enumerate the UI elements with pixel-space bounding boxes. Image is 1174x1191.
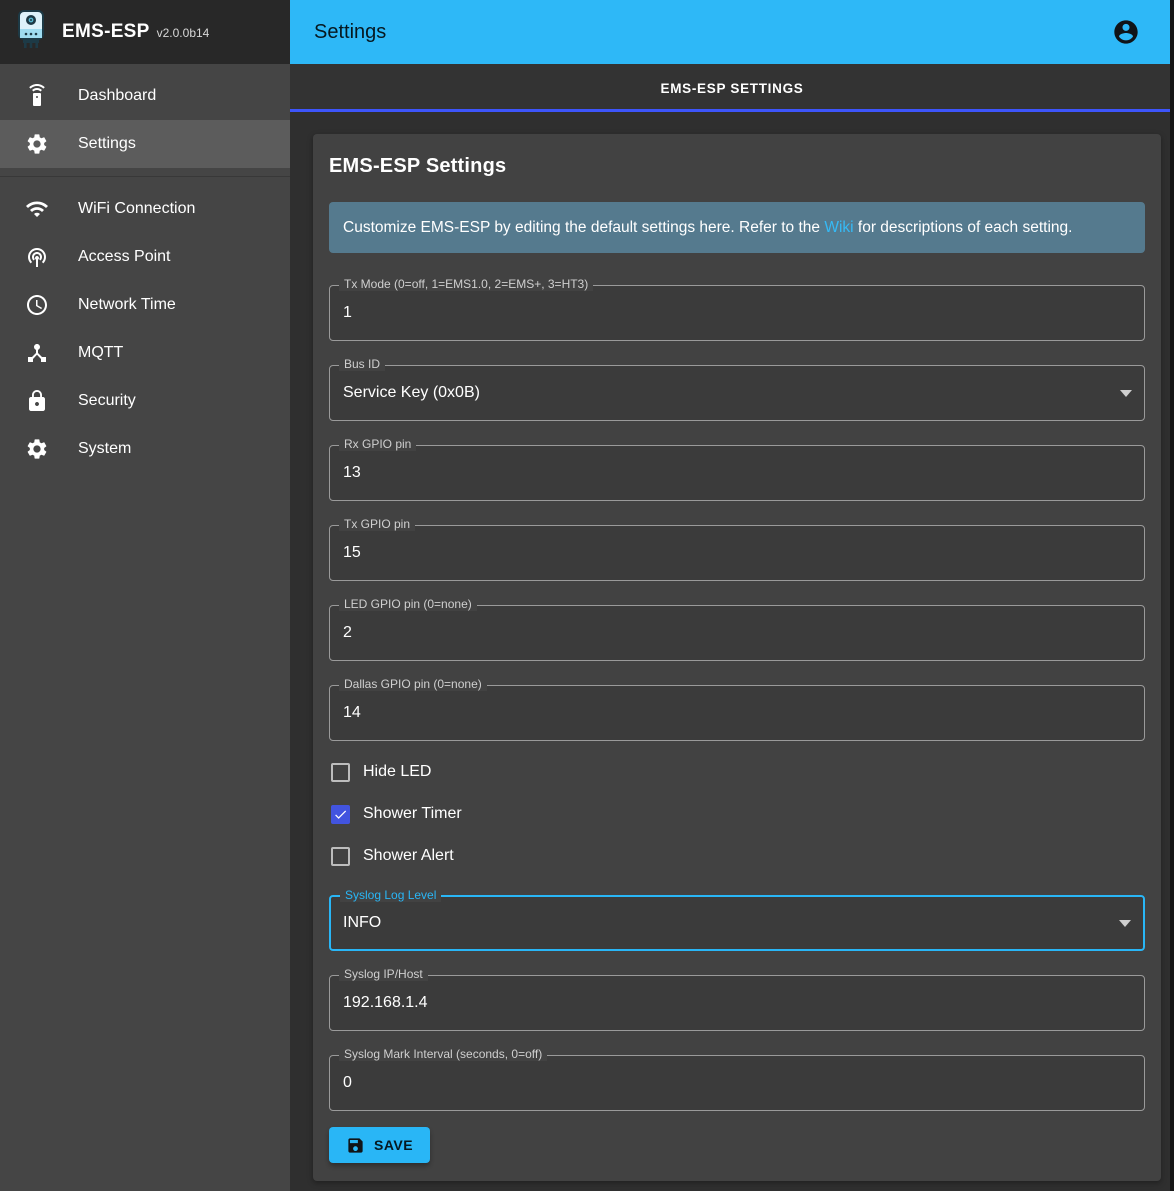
scrollbar-track[interactable] [1170, 0, 1174, 1191]
sidebar-item-wifi-connection[interactable]: WiFi Connection [0, 185, 290, 233]
syslog-ip-field[interactable]: Syslog IP/Host 192.168.1.4 [329, 975, 1145, 1031]
field-value: 1 [330, 286, 1144, 340]
sidebar: EMS-ESP v2.0.0b14 Dashboard Settings WiFi… [0, 0, 290, 1191]
field-label: Rx GPIO pin [339, 437, 416, 451]
field-value: 14 [330, 686, 1144, 740]
shower-alert-checkbox-row[interactable]: Shower Alert [329, 835, 1145, 877]
field-value: 15 [330, 526, 1144, 580]
boiler-logo-icon [16, 9, 46, 56]
field-value: 0 [330, 1056, 1144, 1110]
tab-bar: EMS-ESP SETTINGS [290, 64, 1174, 112]
hide-led-checkbox-row[interactable]: Hide LED [329, 751, 1145, 793]
account-circle-icon[interactable] [1106, 12, 1146, 52]
sidebar-item-label: Dashboard [78, 87, 156, 105]
syslog-log-level-select[interactable]: Syslog Log Level INFO [329, 895, 1145, 951]
field-label: Tx Mode (0=off, 1=EMS1.0, 2=EMS+, 3=HT3) [339, 277, 593, 291]
sidebar-item-label: WiFi Connection [78, 200, 195, 218]
chevron-down-icon [1120, 390, 1132, 397]
tx-mode-field[interactable]: Tx Mode (0=off, 1=EMS1.0, 2=EMS+, 3=HT3)… [329, 285, 1145, 341]
sidebar-item-label: Access Point [78, 248, 170, 266]
field-label: Syslog Log Level [340, 888, 441, 902]
chevron-down-icon [1119, 920, 1131, 927]
card-title: EMS-ESP Settings [329, 155, 1145, 178]
tab-ems-esp-settings[interactable]: EMS-ESP SETTINGS [661, 66, 804, 111]
sidebar-item-label: Security [78, 392, 136, 410]
main-area: Settings EMS-ESP SETTINGS EMS-ESP Settin… [290, 0, 1174, 1191]
sidebar-item-label: MQTT [78, 344, 123, 362]
field-value: INFO [331, 897, 1143, 949]
field-value: Service Key (0x0B) [330, 366, 1144, 420]
field-label: Dallas GPIO pin (0=none) [339, 677, 487, 691]
checkbox-group: Hide LED Shower Timer Shower Alert [329, 751, 1145, 877]
field-value: 192.168.1.4 [330, 976, 1144, 1030]
wifi-tethering-icon [25, 245, 49, 269]
gear-icon [25, 437, 49, 461]
field-label: Tx GPIO pin [339, 517, 415, 531]
save-button[interactable]: SAVE [329, 1127, 430, 1163]
field-label: Syslog Mark Interval (seconds, 0=off) [339, 1047, 547, 1061]
banner-text: Customize EMS-ESP by editing the default… [343, 219, 824, 236]
sidebar-divider [0, 176, 290, 177]
lock-icon [25, 389, 49, 413]
sidebar-item-mqtt[interactable]: MQTT [0, 329, 290, 377]
clock-icon [25, 293, 49, 317]
sidebar-item-label: System [78, 440, 131, 458]
page-title: Settings [314, 21, 1106, 44]
field-label: Syslog IP/Host [339, 967, 428, 981]
checkbox-checked-icon[interactable] [331, 805, 350, 824]
app-logo-strip: EMS-ESP v2.0.0b14 [0, 0, 290, 64]
wiki-link[interactable]: Wiki [824, 219, 853, 236]
sidebar-item-system[interactable]: System [0, 425, 290, 473]
field-label: Bus ID [339, 357, 385, 371]
field-label: LED GPIO pin (0=none) [339, 597, 477, 611]
save-icon [346, 1136, 365, 1155]
sidebar-item-label: Settings [78, 135, 136, 153]
sidebar-nav: Dashboard Settings WiFi Connection Acces… [0, 64, 290, 473]
tx-gpio-field[interactable]: Tx GPIO pin 15 [329, 525, 1145, 581]
field-value: 2 [330, 606, 1144, 660]
save-button-label: SAVE [374, 1137, 413, 1153]
dallas-gpio-field[interactable]: Dallas GPIO pin (0=none) 14 [329, 685, 1145, 741]
field-value: 13 [330, 446, 1144, 500]
checkbox-unchecked-icon[interactable] [331, 847, 350, 866]
checkbox-label: Shower Timer [363, 805, 462, 823]
info-banner: Customize EMS-ESP by editing the default… [329, 202, 1145, 253]
shower-timer-checkbox-row[interactable]: Shower Timer [329, 793, 1145, 835]
sidebar-item-security[interactable]: Security [0, 377, 290, 425]
gear-icon [25, 132, 49, 156]
checkbox-label: Shower Alert [363, 847, 454, 865]
sidebar-item-label: Network Time [78, 296, 176, 314]
rx-gpio-field[interactable]: Rx GPIO pin 13 [329, 445, 1145, 501]
app-version: v2.0.0b14 [157, 26, 210, 40]
led-gpio-field[interactable]: LED GPIO pin (0=none) 2 [329, 605, 1145, 661]
device-hub-icon [25, 341, 49, 365]
save-row: SAVE [329, 1127, 1145, 1163]
app-name: EMS-ESP [62, 21, 150, 42]
checkbox-label: Hide LED [363, 763, 431, 781]
banner-text: for descriptions of each setting. [854, 219, 1073, 236]
sidebar-item-dashboard[interactable]: Dashboard [0, 72, 290, 120]
bus-id-select[interactable]: Bus ID Service Key (0x0B) [329, 365, 1145, 421]
tab-indicator [290, 109, 1174, 112]
app-header: Settings [290, 0, 1174, 64]
settings-card: EMS-ESP Settings Customize EMS-ESP by ed… [313, 134, 1161, 1181]
checkbox-unchecked-icon[interactable] [331, 763, 350, 782]
syslog-mark-interval-field[interactable]: Syslog Mark Interval (seconds, 0=off) 0 [329, 1055, 1145, 1111]
wifi-icon [25, 197, 49, 221]
sidebar-item-settings[interactable]: Settings [0, 120, 290, 168]
sidebar-item-access-point[interactable]: Access Point [0, 233, 290, 281]
content-area: EMS-ESP Settings Customize EMS-ESP by ed… [290, 112, 1174, 1191]
sidebar-item-network-time[interactable]: Network Time [0, 281, 290, 329]
settings-remote-icon [25, 84, 49, 108]
